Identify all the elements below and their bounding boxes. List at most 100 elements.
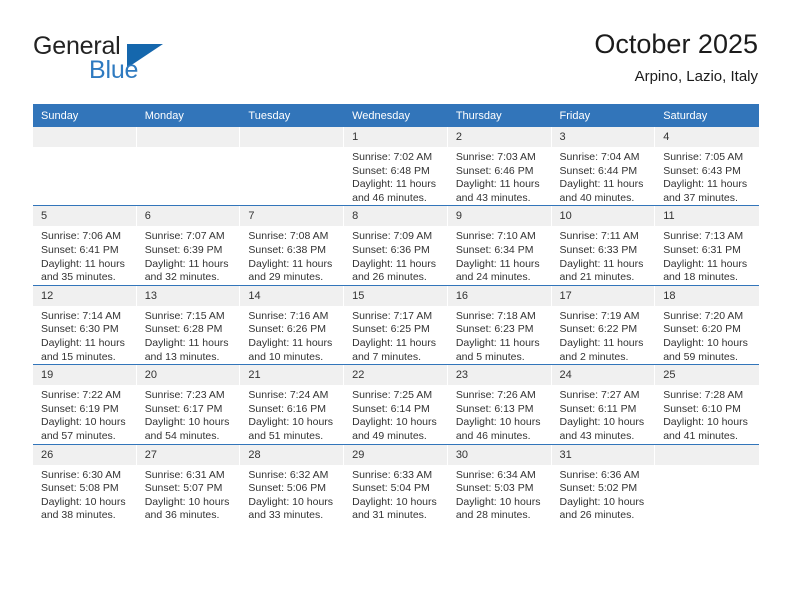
day-number: [655, 444, 759, 465]
day-details: Sunrise: 7:06 AM Sunset: 6:41 PM Daylight:…: [33, 226, 137, 284]
day-number: 26: [33, 444, 137, 465]
sunset-text: Sunset: 6:46 PM: [455, 164, 534, 177]
calendar-day-cell[interactable]: 15 Sunrise: 7:17 AM Sunset: 6:25 PM Dayligh…: [344, 284, 448, 365]
calendar-day-cell[interactable]: 7 Sunrise: 7:08 AM Sunset: 6:38 PM Daylight…: [240, 205, 345, 286]
day-details: Sunrise: 6:36 AM Sunset: 5:02 PM Daylight:…: [552, 465, 656, 523]
calendar-day-cell[interactable]: 10 Sunrise: 7:11 AM Sunset: 6:33 PM Dayligh…: [551, 205, 656, 286]
day-number: 22: [344, 365, 448, 386]
sunset-text: Sunset: 6:36 PM: [352, 243, 430, 256]
calendar-day-cell[interactable]: 14 Sunrise: 7:16 AM Sunset: 6:26 PM Dayligh…: [240, 284, 345, 365]
brand-logo[interactable]: General Blue: [33, 32, 213, 88]
day-details: Sunrise: 7:28 AM Sunset: 6:10 PM Daylight:…: [655, 385, 759, 443]
calendar-day-cell[interactable]: 24 Sunrise: 7:27 AM Sunset: 6:11 PM Dayligh…: [551, 364, 656, 444]
calendar-day-cell[interactable]: 6 Sunrise: 7:07 AM Sunset: 6:39 PM Daylight…: [136, 205, 241, 286]
sunrise-text: Sunrise: 7:08 AM: [248, 230, 329, 243]
title-block: October 2025 Arpino, Lazio, Italy: [594, 28, 758, 88]
calendar-day-cell[interactable]: 31 Sunrise: 6:36 AM Sunset: 5:02 PM Dayligh…: [551, 443, 656, 523]
daylight-text: Daylight: 11 hours and 46 minutes.: [352, 178, 436, 204]
day-number: 18: [655, 285, 759, 306]
calendar-day-cell[interactable]: 8 Sunrise: 7:09 AM Sunset: 6:36 PM Daylight…: [344, 205, 448, 286]
calendar-day-cell[interactable]: 26 Sunrise: 6:30 AM Sunset: 5:08 PM Dayligh…: [33, 443, 137, 523]
day-details: Sunrise: 6:30 AM Sunset: 5:08 PM Daylight:…: [33, 465, 137, 523]
calendar-day-cell-empty: [136, 127, 241, 206]
calendar-day-cell[interactable]: 25 Sunrise: 7:28 AM Sunset: 6:10 PM Dayligh…: [655, 364, 759, 444]
calendar-day-cell[interactable]: 20 Sunrise: 7:23 AM Sunset: 6:17 PM Dayligh…: [136, 364, 241, 444]
calendar-day-cell[interactable]: 9 Sunrise: 7:10 AM Sunset: 6:34 PM Daylight…: [447, 205, 552, 286]
sunrise-text: Sunrise: 7:03 AM: [455, 151, 536, 163]
calendar-day-cell[interactable]: 19 Sunrise: 7:22 AM Sunset: 6:19 PM Dayligh…: [33, 364, 137, 444]
sunset-text: Sunset: 6:34 PM: [455, 243, 534, 256]
day-details: Sunrise: 7:17 AM Sunset: 6:25 PM Daylight:…: [344, 306, 448, 364]
sunset-text: Sunset: 6:23 PM: [455, 323, 534, 336]
daylight-text: Daylight: 10 hours and 41 minutes.: [663, 416, 748, 442]
day-number: 3: [551, 127, 656, 147]
calendar-week-row: 5 Sunrise: 7:06 AM Sunset: 6:41 PM Daylight…: [33, 205, 759, 286]
day-number: 11: [655, 206, 759, 227]
sunset-text: Sunset: 5:08 PM: [41, 482, 119, 495]
day-number: 23: [447, 365, 552, 386]
sunset-text: Sunset: 6:10 PM: [663, 402, 741, 415]
day-details: Sunrise: 7:03 AM Sunset: 6:46 PM Daylight:…: [448, 147, 552, 205]
calendar-day-cell[interactable]: 5 Sunrise: 7:06 AM Sunset: 6:41 PM Daylight…: [33, 205, 137, 286]
calendar-day-cell[interactable]: 22 Sunrise: 7:25 AM Sunset: 6:14 PM Dayligh…: [344, 364, 448, 444]
calendar-day-cell[interactable]: 21 Sunrise: 7:24 AM Sunset: 6:16 PM Dayligh…: [240, 364, 345, 444]
calendar-day-cell[interactable]: 1 Sunrise: 7:02 AM Sunset: 6:48 PM Daylight…: [344, 127, 448, 206]
daylight-text: Daylight: 11 hours and 43 minutes.: [455, 178, 540, 204]
sunset-text: Sunset: 6:38 PM: [248, 243, 327, 256]
sunset-text: Sunset: 6:44 PM: [559, 164, 638, 177]
calendar-day-cell[interactable]: 28 Sunrise: 6:32 AM Sunset: 5:06 PM Dayligh…: [240, 443, 345, 523]
sunrise-text: Sunrise: 7:19 AM: [559, 309, 640, 322]
weekday-header-friday: Friday: [551, 104, 656, 127]
calendar-day-cell[interactable]: 18 Sunrise: 7:20 AM Sunset: 6:20 PM Dayligh…: [655, 284, 759, 365]
daylight-text: Daylight: 11 hours and 24 minutes.: [455, 257, 540, 284]
sunrise-text: Sunrise: 7:28 AM: [663, 389, 744, 402]
day-details: Sunrise: 7:11 AM Sunset: 6:33 PM Daylight:…: [552, 226, 656, 284]
sunset-text: Sunset: 6:16 PM: [248, 402, 327, 415]
calendar-day-cell[interactable]: 12 Sunrise: 7:14 AM Sunset: 6:30 PM Dayligh…: [33, 284, 137, 365]
calendar-day-cell[interactable]: 27 Sunrise: 6:31 AM Sunset: 5:07 PM Dayligh…: [136, 443, 241, 523]
calendar-day-cell[interactable]: 17 Sunrise: 7:19 AM Sunset: 6:22 PM Dayligh…: [551, 284, 656, 365]
weekday-header-sunday: Sunday: [33, 104, 137, 127]
sunrise-text: Sunrise: 7:13 AM: [663, 230, 744, 243]
day-number: 16: [447, 285, 552, 306]
daylight-text: Daylight: 10 hours and 51 minutes.: [248, 416, 334, 442]
daylight-text: Daylight: 10 hours and 59 minutes.: [663, 336, 748, 363]
calendar-day-cell[interactable]: 23 Sunrise: 7:26 AM Sunset: 6:13 PM Dayligh…: [447, 364, 552, 444]
day-number: 13: [136, 285, 241, 306]
daylight-text: Daylight: 10 hours and 31 minutes.: [352, 495, 437, 522]
sunset-text: Sunset: 5:06 PM: [248, 482, 327, 495]
daylight-text: Daylight: 10 hours and 38 minutes.: [41, 495, 126, 522]
sunrise-text: Sunrise: 7:11 AM: [559, 230, 639, 243]
sunrise-text: Sunrise: 6:32 AM: [248, 468, 329, 481]
calendar-day-cell[interactable]: 11 Sunrise: 7:13 AM Sunset: 6:31 PM Dayligh…: [655, 205, 759, 286]
sunrise-text: Sunrise: 6:33 AM: [352, 468, 433, 481]
sunrise-text: Sunrise: 7:15 AM: [144, 309, 225, 322]
day-details: Sunrise: 7:07 AM Sunset: 6:39 PM Daylight:…: [137, 226, 241, 284]
calendar-day-cell[interactable]: 29 Sunrise: 6:33 AM Sunset: 5:04 PM Dayligh…: [344, 443, 448, 523]
page-subtitle: Arpino, Lazio, Italy: [634, 68, 758, 85]
day-number: 1: [344, 127, 448, 147]
sunset-text: Sunset: 5:04 PM: [352, 482, 430, 495]
day-details: Sunrise: 7:22 AM Sunset: 6:19 PM Daylight:…: [33, 385, 137, 443]
calendar-day-cell-empty: [655, 443, 759, 523]
sunrise-text: Sunrise: 7:23 AM: [144, 389, 225, 402]
daylight-text: Daylight: 10 hours and 26 minutes.: [559, 495, 645, 522]
sunrise-text: Sunrise: 7:17 AM: [352, 309, 433, 322]
day-details: Sunrise: 6:32 AM Sunset: 5:06 PM Daylight:…: [240, 465, 344, 523]
calendar-day-cell[interactable]: 16 Sunrise: 7:18 AM Sunset: 6:23 PM Dayligh…: [447, 284, 552, 365]
calendar-day-cell[interactable]: 13 Sunrise: 7:15 AM Sunset: 6:28 PM Dayligh…: [136, 284, 241, 365]
sunrise-text: Sunrise: 7:27 AM: [559, 389, 640, 402]
daylight-text: Daylight: 10 hours and 28 minutes.: [455, 495, 541, 522]
day-details: Sunrise: 6:34 AM Sunset: 5:03 PM Daylight:…: [448, 465, 552, 523]
calendar-day-cell[interactable]: 2 Sunrise: 7:03 AM Sunset: 6:46 PM Daylight…: [447, 127, 552, 206]
calendar-day-cell[interactable]: 30 Sunrise: 6:34 AM Sunset: 5:03 PM Dayligh…: [447, 443, 552, 523]
sunrise-text: Sunrise: 7:16 AM: [248, 309, 329, 322]
day-details: Sunrise: 7:09 AM Sunset: 6:36 PM Daylight:…: [344, 226, 448, 284]
day-details: Sunrise: 7:20 AM Sunset: 6:20 PM Daylight:…: [655, 306, 759, 364]
calendar-day-cell[interactable]: 3 Sunrise: 7:04 AM Sunset: 6:44 PM Daylight…: [551, 127, 656, 206]
sunrise-text: Sunrise: 7:07 AM: [144, 230, 225, 243]
daylight-text: Daylight: 10 hours and 46 minutes.: [455, 416, 541, 442]
daylight-text: Daylight: 11 hours and 35 minutes.: [41, 257, 125, 284]
day-number: 10: [551, 206, 656, 227]
calendar-day-cell[interactable]: 4 Sunrise: 7:05 AM Sunset: 6:43 PM Daylight…: [655, 127, 759, 206]
